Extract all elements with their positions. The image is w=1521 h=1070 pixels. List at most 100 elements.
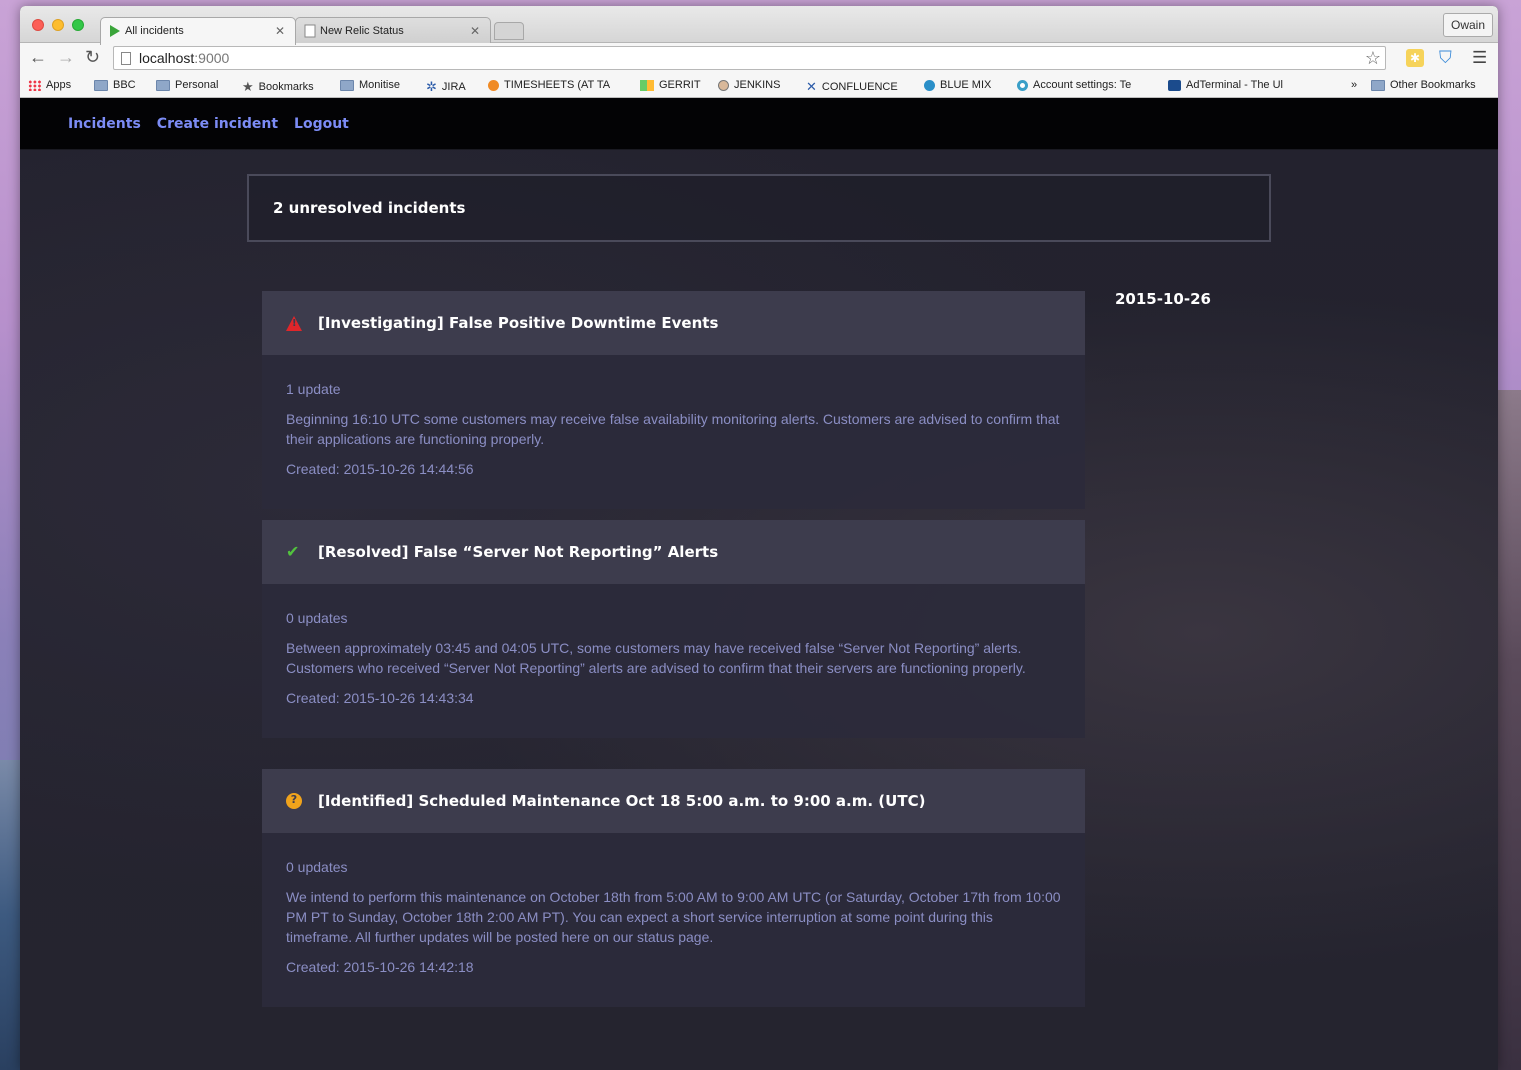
play-favicon-icon [110, 25, 120, 37]
bookmark-confluence[interactable]: ✕ CONFLUENCE [806, 79, 898, 95]
incident-created: Created: 2015-10-26 14:43:34 [286, 690, 474, 706]
update-count: 0 updates [286, 859, 348, 875]
jenkins-icon [718, 79, 729, 91]
bookmark-label: BLUE MIX [940, 79, 992, 91]
window-controls [32, 19, 84, 31]
bookmark-label: CONFLUENCE [821, 81, 898, 93]
incident-description: Beginning 16:10 UTC some customers may r… [286, 411, 1060, 447]
tab-label: All incidents [125, 25, 184, 37]
gerrit-icon [640, 79, 654, 91]
url-port: :9000 [194, 50, 230, 66]
forward-arrow-icon[interactable]: → [57, 47, 75, 67]
incident-card: ✔ [Resolved] False “Server Not Reporting… [262, 520, 1085, 738]
close-window-button[interactable] [32, 19, 44, 31]
bookmark-personal[interactable]: Personal [156, 79, 218, 91]
tab-label: New Relic Status [320, 25, 404, 37]
folder-icon [156, 79, 170, 91]
app-navbar: Incidents Create incident Logout [20, 98, 1498, 150]
incident-card: ? [Identified] Scheduled Maintenance Oct… [262, 769, 1085, 1007]
confluence-icon: ✕ [806, 79, 817, 94]
warning-icon [286, 315, 302, 331]
bookmark-bookmarks[interactable]: ★ Bookmarks [242, 79, 314, 95]
bookmark-label: Bookmarks [258, 81, 314, 93]
incident-created: Created: 2015-10-26 14:44:56 [286, 461, 474, 477]
bookmark-timesheets[interactable]: TIMESHEETS (AT TA [488, 79, 610, 91]
bookmark-label: Other Bookmarks [1390, 79, 1476, 91]
bookmark-label: GERRIT [659, 79, 701, 91]
incident-description: Between approximately 03:45 and 04:05 UT… [286, 640, 1026, 676]
url-host: localhost [139, 50, 195, 66]
reload-icon[interactable]: ↻ [85, 47, 100, 67]
account-icon [1017, 79, 1028, 91]
minimize-window-button[interactable] [52, 19, 64, 31]
bookmark-star-icon[interactable]: ☆ [1365, 48, 1381, 69]
update-count: 1 update [286, 381, 341, 397]
incident-title: [Resolved] False “Server Not Reporting” … [318, 543, 719, 561]
incident-body: 0 updates Between approximately 03:45 an… [262, 584, 1085, 738]
bookmark-label: Personal [175, 79, 219, 91]
browser-window: All incidents ✕ New Relic Status ✕ Owain… [20, 6, 1498, 1070]
page-favicon-icon [304, 24, 316, 38]
desktop-background [0, 760, 22, 1070]
bookmark-jenkins[interactable]: JENKINS [718, 79, 780, 91]
bookmark-label: Account settings: Te [1033, 79, 1132, 91]
address-bar[interactable]: localhost:9000 ☆ [113, 46, 1386, 70]
bookmark-monitise[interactable]: Monitise [340, 79, 400, 91]
star-icon: ★ [242, 79, 254, 94]
bookmarks-bar: Apps BBC Personal ★ Bookmarks Monitise ✲… [20, 73, 1498, 98]
check-icon: ✔ [286, 542, 300, 561]
folder-icon [1371, 79, 1385, 91]
tab-new-relic-status[interactable]: New Relic Status ✕ [295, 17, 491, 44]
shield-extension-icon[interactable]: ⛉ [1439, 48, 1457, 68]
nav-incidents-link[interactable]: Incidents [68, 116, 141, 132]
bookmark-gerrit[interactable]: GERRIT [640, 79, 701, 91]
jira-icon: ✲ [426, 79, 437, 94]
incident-body: 0 updates We intend to perform this main… [262, 833, 1085, 1007]
extension-icon[interactable]: ✱ [1406, 49, 1424, 67]
bookmark-label: JENKINS [734, 79, 781, 91]
close-tab-icon[interactable]: ✕ [275, 24, 285, 38]
bookmark-label: TIMESHEETS (AT TA [504, 79, 611, 91]
bookmark-bbc[interactable]: BBC [94, 79, 136, 91]
incident-body: 1 update Beginning 16:10 UTC some custom… [262, 355, 1085, 509]
page-icon [121, 52, 131, 65]
update-count: 0 updates [286, 610, 348, 626]
maximize-window-button[interactable] [72, 19, 84, 31]
incident-card: [Investigating] False Positive Downtime … [262, 291, 1085, 509]
apps-grid-icon [28, 79, 41, 91]
bookmark-jira[interactable]: ✲ JIRA [426, 79, 466, 95]
bookmark-adterminal[interactable]: AdTerminal - The Ul [1168, 79, 1283, 91]
question-icon: ? [286, 793, 302, 809]
profile-button[interactable]: Owain [1442, 13, 1493, 37]
incident-header[interactable]: [Investigating] False Positive Downtime … [262, 291, 1085, 355]
incident-header[interactable]: ✔ [Resolved] False “Server Not Reporting… [262, 520, 1085, 584]
browser-toolbar: ← → ↻ localhost:9000 ☆ ✱ ⛉ ☰ [20, 43, 1498, 73]
back-arrow-icon[interactable]: ← [29, 47, 47, 67]
bookmark-bluemix[interactable]: BLUE MIX [924, 79, 991, 91]
tab-strip: All incidents ✕ New Relic Status ✕ Owain [20, 6, 1498, 45]
bookmark-other[interactable]: Other Bookmarks [1371, 79, 1476, 91]
incident-description: We intend to perform this maintenance on… [286, 889, 1061, 945]
tab-all-incidents[interactable]: All incidents ✕ [100, 17, 296, 45]
overflow-icon: » [1351, 79, 1358, 91]
incident-created: Created: 2015-10-26 14:42:18 [286, 959, 474, 975]
close-tab-icon[interactable]: ✕ [470, 24, 480, 38]
unresolved-summary: 2 unresolved incidents [247, 174, 1271, 242]
bookmark-label: Monitise [359, 79, 400, 91]
incident-title: [Identified] Scheduled Maintenance Oct 1… [318, 792, 926, 810]
new-tab-button[interactable] [494, 22, 524, 40]
bookmark-apps[interactable]: Apps [28, 79, 71, 91]
bookmark-account-settings[interactable]: Account settings: Te [1017, 79, 1131, 91]
bookmark-label: AdTerminal - The Ul [1186, 79, 1283, 91]
summary-text: 2 unresolved incidents [273, 199, 466, 217]
adterminal-icon [1168, 79, 1181, 91]
folder-icon [94, 79, 108, 91]
incident-header[interactable]: ? [Identified] Scheduled Maintenance Oct… [262, 769, 1085, 833]
bluemix-icon [924, 79, 935, 91]
nav-logout-link[interactable]: Logout [294, 116, 349, 132]
folder-icon [340, 79, 354, 91]
incident-title: [Investigating] False Positive Downtime … [318, 314, 719, 332]
bookmarks-overflow-button[interactable]: » [1351, 79, 1357, 91]
nav-create-incident-link[interactable]: Create incident [157, 116, 278, 132]
menu-icon[interactable]: ☰ [1472, 48, 1487, 68]
